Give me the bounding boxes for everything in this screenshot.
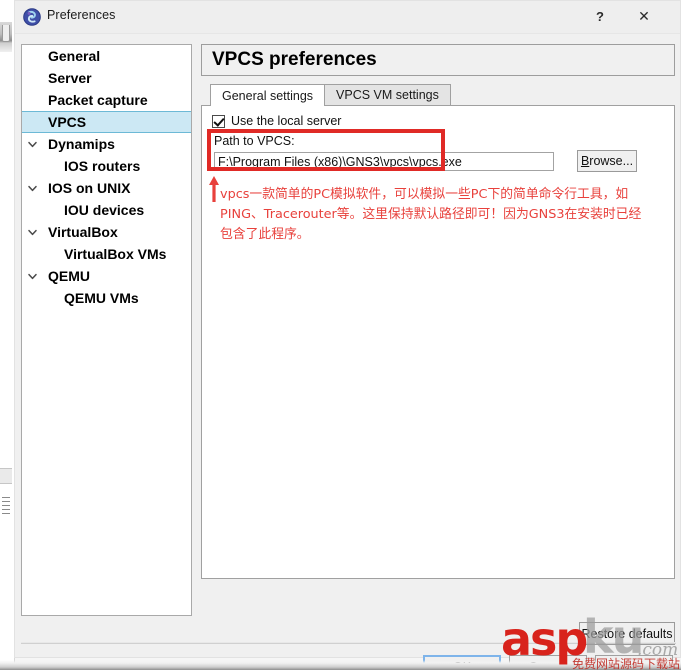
sidebar-item-label: VPCS [48,114,87,130]
sidebar-item-label: Dynamips [48,136,115,152]
annotation-arrow-icon [208,176,220,202]
sidebar-item-label: VirtualBox [48,224,118,240]
footer-separator [21,642,676,644]
tab-general-settings[interactable]: General settings [210,84,326,106]
general-settings-panel: Use the local server Path to VPCS: Brows… [201,105,675,579]
sidebar-item-label: QEMU VMs [64,290,139,306]
sidebar-item-label: Packet capture [48,92,148,108]
use-local-server-row[interactable]: Use the local server [212,114,341,128]
gns3-logo-icon [23,8,41,26]
sidebar-item-qemu[interactable]: QEMU [22,265,191,287]
sidebar-item-label: Server [48,70,92,86]
sidebar-item-vpcs[interactable]: VPCS [22,111,191,133]
tab-vpcs-vm-settings[interactable]: VPCS VM settings [324,84,451,105]
browse-mnemonic: B [580,154,590,168]
chevron-down-icon[interactable] [26,226,38,238]
window-title: Preferences [47,8,116,22]
sidebar-item-label: QEMU [48,268,90,284]
use-local-server-checkbox[interactable] [212,114,225,128]
path-to-vpcs-input[interactable] [214,152,554,171]
browse-label-rest: rowse... [589,154,634,168]
sidebar-item-general[interactable]: General [22,45,191,67]
help-button[interactable]: ? [578,1,622,32]
chevron-down-icon[interactable] [26,182,38,194]
background-window-toolbar-fragment [0,22,12,52]
sidebar-item-label: IOS routers [64,158,141,174]
sidebar-item-label: IOU devices [64,202,145,218]
window-drop-shadow [0,660,681,670]
close-button[interactable]: ✕ [622,1,666,32]
browse-button[interactable]: Browse... [577,150,637,172]
sidebar-item-ios-routers[interactable]: IOS routers [22,155,191,177]
sidebar-item-iou-devices[interactable]: IOU devices [22,199,191,221]
background-window-panel-fragment [0,468,12,484]
sidebar-item-virtualbox[interactable]: VirtualBox [22,221,191,243]
sidebar-item-packet-capture[interactable]: Packet capture [22,89,191,111]
sidebar-item-virtualbox-vms[interactable]: VirtualBox VMs [22,243,191,265]
preferences-dialog: Preferences ? ✕ General Server Packet capt… [14,0,681,670]
sidebar-item-server[interactable]: Server [22,67,191,89]
main-pane: VPCS preferences General settings VPCS V… [201,44,675,645]
sidebar-item-label: VirtualBox VMs [64,246,167,262]
background-window-text-fragment [2,497,10,517]
sidebar-item-dynamips[interactable]: Dynamips [22,133,191,155]
background-window-edge [0,0,15,670]
title-bar: Preferences ? ✕ [15,1,680,34]
screenshot-root: Preferences ? ✕ General Server Packet capt… [0,0,681,670]
sidebar-item-qemu-vms[interactable]: QEMU VMs [22,287,191,309]
tab-strip: General settings VPCS VM settings [201,84,675,106]
sidebar-item-ios-on-unix[interactable]: IOS on UNIX [22,177,191,199]
chevron-down-icon[interactable] [26,138,38,150]
use-local-server-label: Use the local server [231,114,342,128]
category-tree[interactable]: General Server Packet capture VPCS Dynamips I… [21,44,192,616]
dialog-body: General Server Packet capture VPCS Dynamips I… [15,34,680,670]
sidebar-item-label: General [48,48,101,64]
annotation-text: vpcs一款简单的PC模拟软件，可以模拟一些PC下的简单命令行工具，如PING、… [220,187,642,242]
path-to-vpcs-label: Path to VPCS: [214,134,295,148]
sidebar-item-label: IOS on UNIX [48,180,131,196]
chevron-down-icon[interactable] [26,270,38,282]
page-title: VPCS preferences [201,44,675,76]
